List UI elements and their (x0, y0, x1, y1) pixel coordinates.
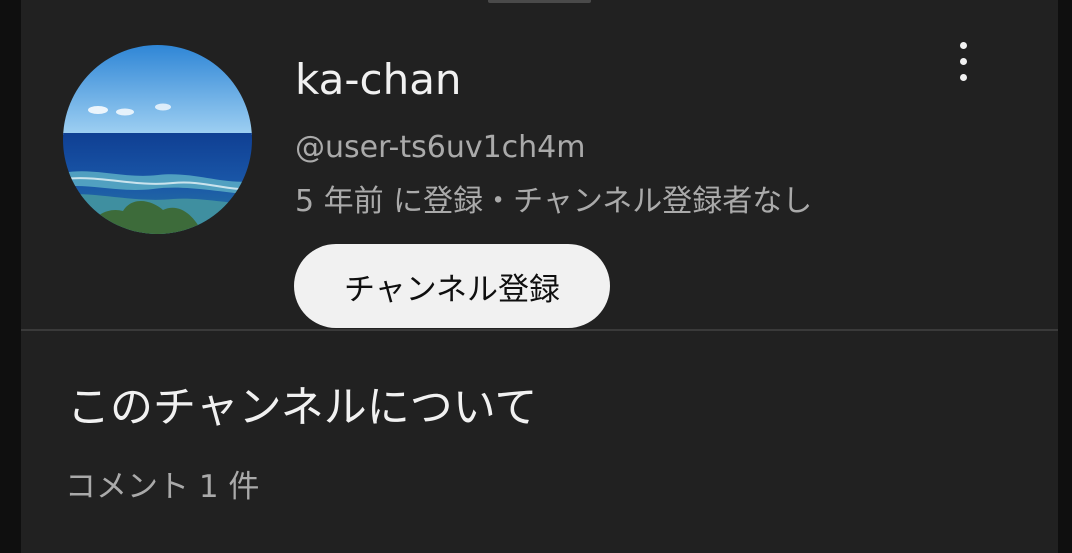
divider (21, 329, 1058, 331)
channel-handle: @user-ts6uv1ch4m (295, 130, 586, 165)
about-section-title: このチャンネルについて (67, 383, 538, 433)
drag-handle[interactable] (488, 0, 591, 3)
subscribe-button[interactable]: チャンネル登録 (294, 244, 610, 328)
channel-meta: 5 年前 に登録・チャンネル登録者なし (295, 184, 813, 219)
avatar[interactable] (63, 45, 252, 234)
avatar-image (63, 45, 252, 234)
channel-info-panel: ka-chan @user-ts6uv1ch4m 5 年前 に登録・チャンネル登… (21, 0, 1058, 553)
channel-name: ka-chan (295, 55, 462, 104)
comment-count: コメント 1 件 (65, 469, 260, 505)
more-vert-icon[interactable] (937, 36, 989, 88)
